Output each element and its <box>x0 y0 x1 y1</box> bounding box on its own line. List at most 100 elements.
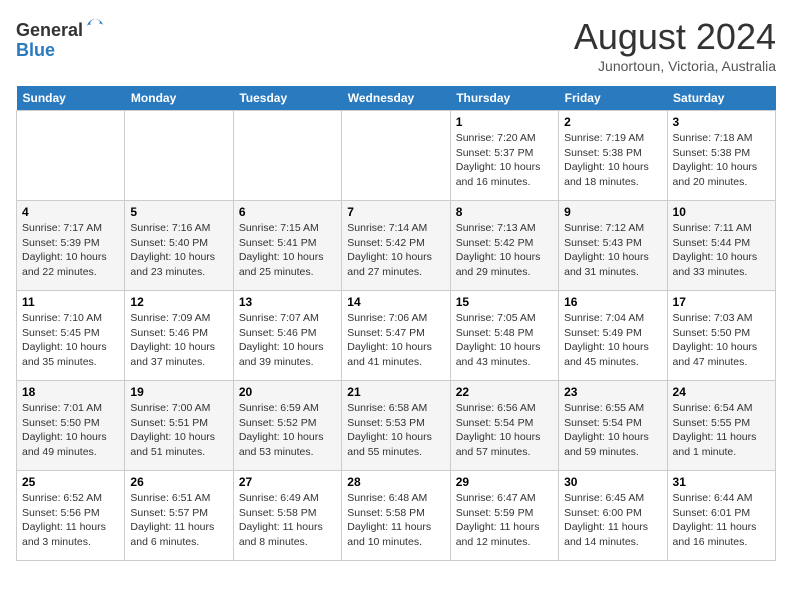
calendar-cell: 23 Sunrise: 6:55 AMSunset: 5:54 PMDayligh… <box>559 381 667 471</box>
day-number: 10 <box>673 205 770 219</box>
day-number: 23 <box>564 385 661 399</box>
day-info: Sunrise: 6:49 AMSunset: 5:58 PMDaylight:… <box>239 491 336 550</box>
logo-bird-icon <box>85 16 105 36</box>
week-row-2: 4 Sunrise: 7:17 AMSunset: 5:39 PMDaylight… <box>17 201 776 291</box>
calendar-cell: 19 Sunrise: 7:00 AMSunset: 5:51 PMDayligh… <box>125 381 233 471</box>
weekday-header-row: SundayMondayTuesdayWednesdayThursdayFrid… <box>17 86 776 111</box>
day-info: Sunrise: 7:09 AMSunset: 5:46 PMDaylight:… <box>130 311 227 370</box>
week-row-4: 18Sunrise: 7:01 AMSunset: 5:50 PMDayligh… <box>17 381 776 471</box>
day-info: Sunrise: 6:58 AMSunset: 5:53 PMDaylight:… <box>347 401 444 460</box>
day-number: 21 <box>347 385 444 399</box>
calendar-cell: 30Sunrise: 6:45 AMSunset: 6:00 PMDayligh… <box>559 471 667 561</box>
day-info: Sunrise: 7:04 AMSunset: 5:49 PMDaylight:… <box>564 311 661 370</box>
day-number: 11 <box>22 295 119 309</box>
day-info: Sunrise: 7:10 AMSunset: 5:45 PMDaylight:… <box>22 311 119 370</box>
day-number: 18 <box>22 385 119 399</box>
day-number: 31 <box>673 475 770 489</box>
calendar-cell: 9Sunrise: 7:12 AMSunset: 5:43 PMDaylight… <box>559 201 667 291</box>
day-number: 5 <box>130 205 227 219</box>
calendar-cell: 6 Sunrise: 7:15 AMSunset: 5:41 PMDaylight… <box>233 201 341 291</box>
day-info: Sunrise: 7:20 AMSunset: 5:37 PMDaylight:… <box>456 131 553 190</box>
day-number: 28 <box>347 475 444 489</box>
day-info: Sunrise: 6:48 AMSunset: 5:58 PMDaylight:… <box>347 491 444 550</box>
calendar-cell: 17 Sunrise: 7:03 AMSunset: 5:50 PMDayligh… <box>667 291 775 381</box>
day-info: Sunrise: 6:51 AMSunset: 5:57 PMDaylight:… <box>130 491 227 550</box>
day-number: 26 <box>130 475 227 489</box>
calendar-cell: 7 Sunrise: 7:14 AMSunset: 5:42 PMDaylight… <box>342 201 450 291</box>
calendar-cell: 26 Sunrise: 6:51 AMSunset: 5:57 PMDayligh… <box>125 471 233 561</box>
day-number: 17 <box>673 295 770 309</box>
day-info: Sunrise: 7:14 AMSunset: 5:42 PMDaylight:… <box>347 221 444 280</box>
day-number: 24 <box>673 385 770 399</box>
day-info: Sunrise: 7:06 AMSunset: 5:47 PMDaylight:… <box>347 311 444 370</box>
weekday-header-thursday: Thursday <box>450 86 558 111</box>
week-row-5: 25 Sunrise: 6:52 AMSunset: 5:56 PMDayligh… <box>17 471 776 561</box>
weekday-header-tuesday: Tuesday <box>233 86 341 111</box>
title-block: August 2024 Junortoun, Victoria, Austral… <box>574 16 776 74</box>
calendar-cell <box>17 111 125 201</box>
calendar-cell: 31 Sunrise: 6:44 AMSunset: 6:01 PMDayligh… <box>667 471 775 561</box>
day-info: Sunrise: 7:19 AMSunset: 5:38 PMDaylight:… <box>564 131 661 190</box>
logo: General Blue <box>16 16 105 61</box>
calendar-cell: 3 Sunrise: 7:18 AMSunset: 5:38 PMDaylight… <box>667 111 775 201</box>
day-number: 1 <box>456 115 553 129</box>
calendar-cell: 4 Sunrise: 7:17 AMSunset: 5:39 PMDaylight… <box>17 201 125 291</box>
calendar-cell: 25 Sunrise: 6:52 AMSunset: 5:56 PMDayligh… <box>17 471 125 561</box>
day-number: 8 <box>456 205 553 219</box>
day-info: Sunrise: 7:18 AMSunset: 5:38 PMDaylight:… <box>673 131 770 190</box>
day-info: Sunrise: 6:56 AMSunset: 5:54 PMDaylight:… <box>456 401 553 460</box>
calendar-cell: 8Sunrise: 7:13 AMSunset: 5:42 PMDaylight… <box>450 201 558 291</box>
day-number: 4 <box>22 205 119 219</box>
day-number: 16 <box>564 295 661 309</box>
day-info: Sunrise: 6:59 AMSunset: 5:52 PMDaylight:… <box>239 401 336 460</box>
calendar-cell: 22Sunrise: 6:56 AMSunset: 5:54 PMDayligh… <box>450 381 558 471</box>
day-info: Sunrise: 7:00 AMSunset: 5:51 PMDaylight:… <box>130 401 227 460</box>
calendar-cell: 20Sunrise: 6:59 AMSunset: 5:52 PMDayligh… <box>233 381 341 471</box>
day-number: 30 <box>564 475 661 489</box>
calendar-cell: 27 Sunrise: 6:49 AMSunset: 5:58 PMDayligh… <box>233 471 341 561</box>
page-header: General Blue August 2024 Junortoun, Vict… <box>16 16 776 74</box>
day-number: 3 <box>673 115 770 129</box>
week-row-3: 11 Sunrise: 7:10 AMSunset: 5:45 PMDayligh… <box>17 291 776 381</box>
weekday-header-friday: Friday <box>559 86 667 111</box>
day-number: 27 <box>239 475 336 489</box>
calendar-cell: 5Sunrise: 7:16 AMSunset: 5:40 PMDaylight… <box>125 201 233 291</box>
calendar-cell <box>233 111 341 201</box>
day-info: Sunrise: 7:07 AMSunset: 5:46 PMDaylight:… <box>239 311 336 370</box>
calendar-cell: 1 Sunrise: 7:20 AMSunset: 5:37 PMDaylight… <box>450 111 558 201</box>
day-info: Sunrise: 7:12 AMSunset: 5:43 PMDaylight:… <box>564 221 661 280</box>
day-number: 7 <box>347 205 444 219</box>
day-info: Sunrise: 7:17 AMSunset: 5:39 PMDaylight:… <box>22 221 119 280</box>
calendar-cell: 14Sunrise: 7:06 AMSunset: 5:47 PMDayligh… <box>342 291 450 381</box>
calendar-cell: 11 Sunrise: 7:10 AMSunset: 5:45 PMDayligh… <box>17 291 125 381</box>
calendar-cell: 12Sunrise: 7:09 AMSunset: 5:46 PMDayligh… <box>125 291 233 381</box>
weekday-header-wednesday: Wednesday <box>342 86 450 111</box>
day-info: Sunrise: 6:47 AMSunset: 5:59 PMDaylight:… <box>456 491 553 550</box>
logo-general: General <box>16 20 83 40</box>
day-number: 2 <box>564 115 661 129</box>
logo-blue: Blue <box>16 40 55 60</box>
weekday-header-sunday: Sunday <box>17 86 125 111</box>
calendar-cell: 18Sunrise: 7:01 AMSunset: 5:50 PMDayligh… <box>17 381 125 471</box>
calendar-cell: 29 Sunrise: 6:47 AMSunset: 5:59 PMDayligh… <box>450 471 558 561</box>
day-info: Sunrise: 6:55 AMSunset: 5:54 PMDaylight:… <box>564 401 661 460</box>
day-info: Sunrise: 6:52 AMSunset: 5:56 PMDaylight:… <box>22 491 119 550</box>
calendar-cell: 10 Sunrise: 7:11 AMSunset: 5:44 PMDayligh… <box>667 201 775 291</box>
day-number: 19 <box>130 385 227 399</box>
calendar-cell: 16 Sunrise: 7:04 AMSunset: 5:49 PMDayligh… <box>559 291 667 381</box>
day-info: Sunrise: 6:44 AMSunset: 6:01 PMDaylight:… <box>673 491 770 550</box>
day-number: 29 <box>456 475 553 489</box>
calendar-cell: 13Sunrise: 7:07 AMSunset: 5:46 PMDayligh… <box>233 291 341 381</box>
day-number: 6 <box>239 205 336 219</box>
day-info: Sunrise: 7:03 AMSunset: 5:50 PMDaylight:… <box>673 311 770 370</box>
calendar-cell: 28 Sunrise: 6:48 AMSunset: 5:58 PMDayligh… <box>342 471 450 561</box>
calendar-cell: 24Sunrise: 6:54 AMSunset: 5:55 PMDayligh… <box>667 381 775 471</box>
calendar-cell: 15 Sunrise: 7:05 AMSunset: 5:48 PMDayligh… <box>450 291 558 381</box>
day-info: Sunrise: 7:05 AMSunset: 5:48 PMDaylight:… <box>456 311 553 370</box>
day-number: 15 <box>456 295 553 309</box>
day-info: Sunrise: 7:15 AMSunset: 5:41 PMDaylight:… <box>239 221 336 280</box>
calendar-cell <box>125 111 233 201</box>
location: Junortoun, Victoria, Australia <box>574 58 776 74</box>
day-info: Sunrise: 7:11 AMSunset: 5:44 PMDaylight:… <box>673 221 770 280</box>
day-number: 25 <box>22 475 119 489</box>
